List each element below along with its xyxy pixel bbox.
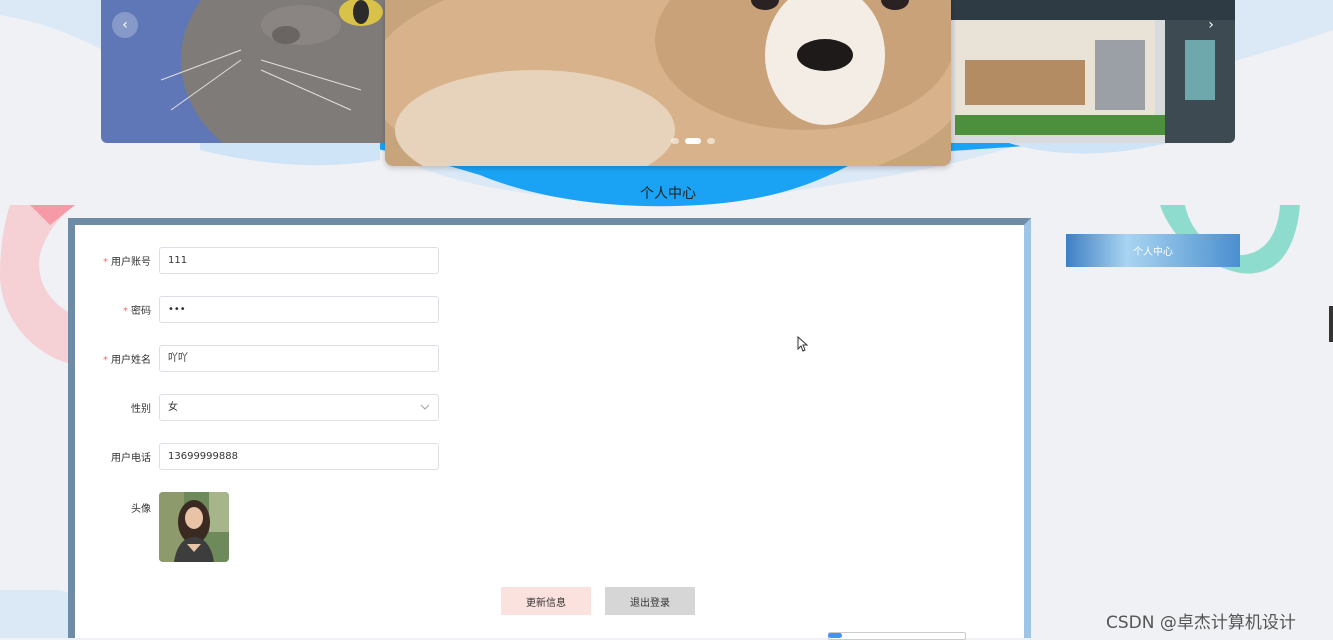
carousel-dot-2[interactable] xyxy=(685,138,701,144)
mouse-cursor-icon xyxy=(797,336,809,352)
name-label: * 用户姓名 xyxy=(75,351,159,366)
password-input[interactable]: ••• xyxy=(159,296,439,323)
password-label: * 密码 xyxy=(75,302,159,317)
required-mark: * xyxy=(103,257,108,268)
form-row-avatar: 头像 xyxy=(75,492,229,562)
carousel-next-button[interactable]: › xyxy=(1198,12,1224,38)
username-label: * 用户账号 xyxy=(75,253,159,268)
carousel-slide-cat[interactable] xyxy=(101,0,401,143)
password-label-text: 密码 xyxy=(131,306,151,317)
avatar-label: 头像 xyxy=(131,504,151,515)
username-input[interactable]: 111 xyxy=(159,247,439,274)
form-row-username: * 用户账号 111 xyxy=(75,247,439,274)
carousel-dot-3[interactable] xyxy=(707,138,715,144)
carousel-prev-button[interactable]: ‹ xyxy=(112,12,138,38)
watermark-text: CSDN @卓杰计算机设计 xyxy=(1106,613,1296,633)
name-label-text: 用户姓名 xyxy=(111,355,151,366)
name-input[interactable]: 吖吖 xyxy=(159,345,439,372)
chevron-right-icon: › xyxy=(1208,17,1214,33)
page-title: 个人中心 xyxy=(640,186,696,202)
carousel-slide-corgi[interactable] xyxy=(385,0,951,166)
form-row-phone: 用户电话 13699999888 xyxy=(75,443,439,470)
sidebar-item-personal-center[interactable]: 个人中心 xyxy=(1066,234,1240,267)
scrollbar-thumb[interactable] xyxy=(1329,306,1333,342)
update-info-button[interactable]: 更新信息 xyxy=(501,587,591,615)
chevron-left-icon: ‹ xyxy=(122,17,128,33)
required-mark: * xyxy=(103,355,108,366)
carousel-dot-1[interactable] xyxy=(671,138,679,144)
required-mark: * xyxy=(123,306,128,317)
gender-select-value: 女 xyxy=(168,402,178,413)
gender-select[interactable]: 女 xyxy=(159,394,439,421)
gender-label: 性别 xyxy=(131,404,151,415)
carousel-indicators xyxy=(671,138,715,144)
logout-button[interactable]: 退出登录 xyxy=(605,587,695,615)
profile-form-panel: * 用户账号 111 * 密码 ••• * 用户姓名 吖吖 性别 女 用户电话 136… xyxy=(68,218,1031,638)
horizontal-scrollbar-thumb[interactable] xyxy=(828,633,842,638)
form-row-gender: 性别 女 xyxy=(75,394,439,421)
carousel-slide-store[interactable] xyxy=(935,0,1235,143)
phone-input[interactable]: 13699999888 xyxy=(159,443,439,470)
form-row-password: * 密码 ••• xyxy=(75,296,439,323)
username-label-text: 用户账号 xyxy=(111,257,151,268)
chevron-down-icon xyxy=(420,395,430,430)
form-row-name: * 用户姓名 吖吖 xyxy=(75,345,439,372)
avatar-image[interactable] xyxy=(159,492,229,562)
horizontal-scrollbar[interactable] xyxy=(828,632,966,640)
phone-label: 用户电话 xyxy=(111,453,151,464)
